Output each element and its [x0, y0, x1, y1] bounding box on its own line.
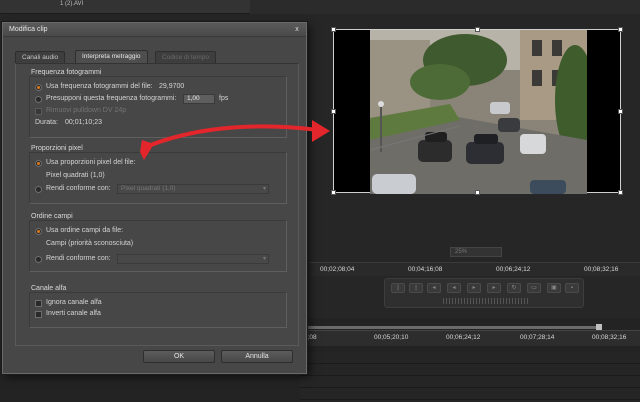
resize-handle-l[interactable]: [331, 109, 336, 114]
safe-margins-icon[interactable]: ▭: [527, 283, 541, 293]
resize-handle-tl[interactable]: [331, 27, 336, 32]
checkbox-icon[interactable]: [35, 108, 42, 115]
ruler-tick-label: 00;08;32;16: [592, 334, 627, 341]
duration-label: Durata:: [35, 119, 58, 126]
radio-selected-icon[interactable]: [35, 228, 42, 235]
dropdown-chevron-icon: ▾: [262, 256, 266, 262]
zoom-level-value: 25%: [455, 249, 468, 255]
ruler-tick-label: 00;08;32;16: [584, 266, 619, 273]
step-forward-icon[interactable]: ▸: [487, 283, 501, 293]
use-file-field-order-label[interactable]: Usa ordine campi da file:: [46, 227, 123, 234]
duration-value: 00;01;10;23: [65, 119, 102, 126]
video-preview[interactable]: [331, 27, 623, 195]
resize-handle-b[interactable]: [475, 190, 480, 195]
radio-unselected-icon[interactable]: [35, 186, 42, 193]
mark-out-icon[interactable]: |: [409, 283, 423, 293]
street-scene-image: [370, 30, 587, 194]
tab-interpret-footage[interactable]: Interpreta metraggio: [75, 50, 148, 64]
ruler-tick-label: 00;07;28;14: [520, 334, 555, 341]
radio-selected-icon[interactable]: [35, 84, 42, 91]
file-field-order-value: Campi (priorità sconosciuta): [46, 240, 134, 247]
frame-rate-heading: Frequenza fotogrammi: [31, 69, 102, 76]
resize-handle-r[interactable]: [618, 109, 623, 114]
export-frame-icon[interactable]: ▣: [547, 283, 561, 293]
project-file-name[interactable]: 1 (2).AVI: [60, 1, 83, 7]
radio-unselected-icon[interactable]: [35, 96, 42, 103]
lift-icon[interactable]: ▪: [565, 283, 579, 293]
conform-pixel-aspect-label[interactable]: Rendi conforme con:: [46, 185, 111, 192]
invert-alpha-label[interactable]: Inverti canale alfa: [46, 310, 101, 317]
close-icon[interactable]: x: [291, 25, 303, 35]
transport-controls: | | ◂ ◂ ▸ ▸ ↻ ▭ ▣ ▪: [384, 278, 584, 308]
loop-icon[interactable]: ↻: [507, 283, 521, 293]
modify-clip-dialog: Modifica clip x Canali audio Interpreta …: [2, 22, 307, 374]
tab-audio-channels[interactable]: Canali audio: [15, 51, 66, 63]
resize-handle-t[interactable]: [475, 27, 480, 32]
alpha-channel-heading: Canale alfa: [31, 285, 67, 292]
conform-pixel-aspect-select[interactable]: Pixel quadrati (1,0) ▾: [117, 184, 269, 194]
video-frame-image: [370, 30, 587, 194]
conform-field-order-select[interactable]: ▾: [117, 254, 269, 264]
project-panel-strip: 1 (2).AVI: [0, 0, 250, 14]
zoom-level-select[interactable]: 25%: [450, 247, 502, 257]
cancel-button[interactable]: Annulla: [221, 350, 293, 363]
assume-frame-rate-label[interactable]: Presupponi questa frequenza fotogrammi:: [46, 95, 176, 102]
assume-frame-rate-input[interactable]: 1,00: [183, 94, 215, 104]
jog-shuttle[interactable]: [443, 298, 529, 304]
mark-in-icon[interactable]: |: [391, 283, 405, 293]
conform-pixel-aspect-value: Pixel quadrati (1,0): [121, 185, 176, 192]
radio-selected-icon[interactable]: [35, 160, 42, 167]
checkbox-icon[interactable]: [35, 311, 42, 318]
file-frame-rate-value: 29,9700: [159, 83, 185, 90]
conform-field-order-label[interactable]: Rendi conforme con:: [46, 255, 111, 262]
timeline-zoom-bar[interactable]: [300, 326, 600, 329]
use-file-frame-rate-label[interactable]: Usa frequenza fotogrammi del file:: [46, 83, 153, 90]
ruler-tick-label: 00;02;08;04: [320, 266, 355, 273]
field-order-heading: Ordine campi: [31, 213, 73, 220]
pixel-aspect-heading: Proporzioni pixel: [31, 145, 83, 152]
resize-handle-br[interactable]: [618, 190, 623, 195]
timeline-time-ruler[interactable]: 6;08 00;05;20;10 00;06;24;12 00;07;28;14…: [300, 330, 640, 346]
ruler-tick-label: 00;06;24;12: [446, 334, 481, 341]
ruler-tick-label: 00;05;20;10: [374, 334, 409, 341]
radio-unselected-icon[interactable]: [35, 256, 42, 263]
ok-button[interactable]: OK: [143, 350, 215, 363]
dialog-titlebar[interactable]: Modifica clip x: [3, 23, 306, 37]
use-file-pixel-aspect-label[interactable]: Usa proporzioni pixel del file:: [46, 159, 136, 166]
resize-handle-bl[interactable]: [331, 190, 336, 195]
dropdown-chevron-icon: ▾: [262, 186, 266, 192]
fps-unit-label: fps: [219, 95, 229, 102]
top-panel-strip: [250, 0, 640, 14]
dialog-title: Modifica clip: [9, 26, 48, 33]
tab-timecode[interactable]: Codice di tempo: [155, 51, 216, 63]
timeline-tracks[interactable]: [300, 352, 640, 402]
remove-pulldown-label: Rimuovi pulldown DV 24p: [46, 107, 127, 114]
monitor-time-ruler[interactable]: 00;02;08;04 00;04;16;08 00;06;24;12 00;0…: [310, 262, 640, 276]
go-to-in-icon[interactable]: ◂: [427, 283, 441, 293]
ruler-tick-label: 00;06;24;12: [496, 266, 531, 273]
step-back-icon[interactable]: ◂: [447, 283, 461, 293]
ignore-alpha-label[interactable]: Ignora canale alfa: [46, 299, 102, 306]
file-pixel-aspect-value: Pixel quadrati (1,0): [46, 172, 105, 179]
checkbox-icon[interactable]: [35, 300, 42, 307]
resize-handle-tr[interactable]: [618, 27, 623, 32]
ruler-tick-label: 00;04;16;08: [408, 266, 443, 273]
play-icon[interactable]: ▸: [467, 283, 481, 293]
